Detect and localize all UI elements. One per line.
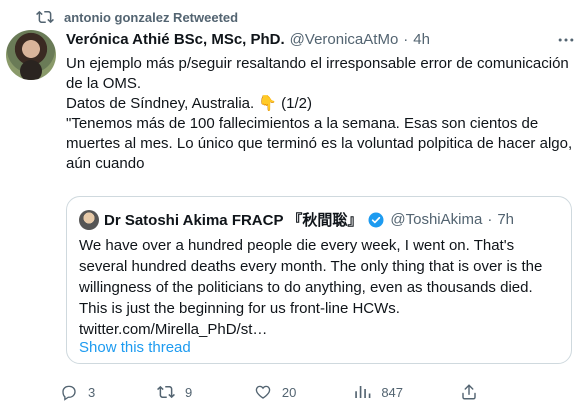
quote-author-name[interactable]: Dr Satoshi Akima FRACP 『秋間聡』 <box>104 209 362 230</box>
quote-avatar[interactable] <box>79 209 99 230</box>
share-icon <box>462 384 476 400</box>
tweet-paragraph: "Tenemos más de 100 fallecimientos a la … <box>66 115 573 172</box>
more-icon[interactable] <box>556 30 576 50</box>
share-button[interactable] <box>460 383 500 401</box>
separator-dot: · <box>487 211 493 228</box>
verified-badge-icon <box>367 211 385 229</box>
views-button[interactable]: 847 <box>353 383 403 401</box>
quote-handle[interactable]: @ToshiAkima <box>390 211 482 228</box>
quote-time[interactable]: 7h <box>497 211 514 228</box>
separator-dot: · <box>403 31 409 48</box>
reply-icon <box>62 385 76 401</box>
retweet-icon <box>36 10 54 24</box>
reply-button[interactable]: 3 <box>60 383 100 401</box>
author-handle[interactable]: @VeronicaAtMo <box>290 31 399 48</box>
like-button[interactable]: 20 <box>254 383 296 401</box>
quote-header: Dr Satoshi Akima FRACP 『秋間聡』 @ToshiAkima… <box>79 209 559 230</box>
retweet-icon <box>157 385 175 399</box>
avatar[interactable] <box>6 30 56 80</box>
heart-icon <box>255 385 271 399</box>
tweet-paragraph: Datos de Síndney, Australia. 👇 (1/2) <box>66 95 313 112</box>
view-count: 847 <box>381 384 404 400</box>
tweet-header: Verónica Athié BSc, MSc, PhD. @VeronicaA… <box>66 31 576 48</box>
retweet-count: 9 <box>184 384 193 400</box>
like-count: 20 <box>281 384 297 400</box>
reply-count: 3 <box>88 384 96 400</box>
tweet-time[interactable]: 4h <box>413 31 430 48</box>
views-icon <box>355 386 371 398</box>
retweeted-by[interactable]: antonio gonzalez Retweeted <box>36 8 238 26</box>
quoted-tweet[interactable]: Dr Satoshi Akima FRACP 『秋間聡』 @ToshiAkima… <box>66 196 572 364</box>
quote-text: We have over a hundred people die every … <box>79 237 543 338</box>
retweet-button[interactable]: 9 <box>157 383 197 401</box>
author-name[interactable]: Verónica Athié BSc, MSc, PhD. <box>66 31 285 48</box>
action-bar: 3 9 20 847 <box>60 380 500 404</box>
tweet-paragraph: Un ejemplo más p/seguir resaltando el ir… <box>66 55 569 92</box>
retweeted-by-label: antonio gonzalez Retweeted <box>64 9 239 25</box>
tweet-text: Un ejemplo más p/seguir resaltando el ir… <box>66 54 576 174</box>
show-thread-link[interactable]: Show this thread <box>79 339 191 356</box>
